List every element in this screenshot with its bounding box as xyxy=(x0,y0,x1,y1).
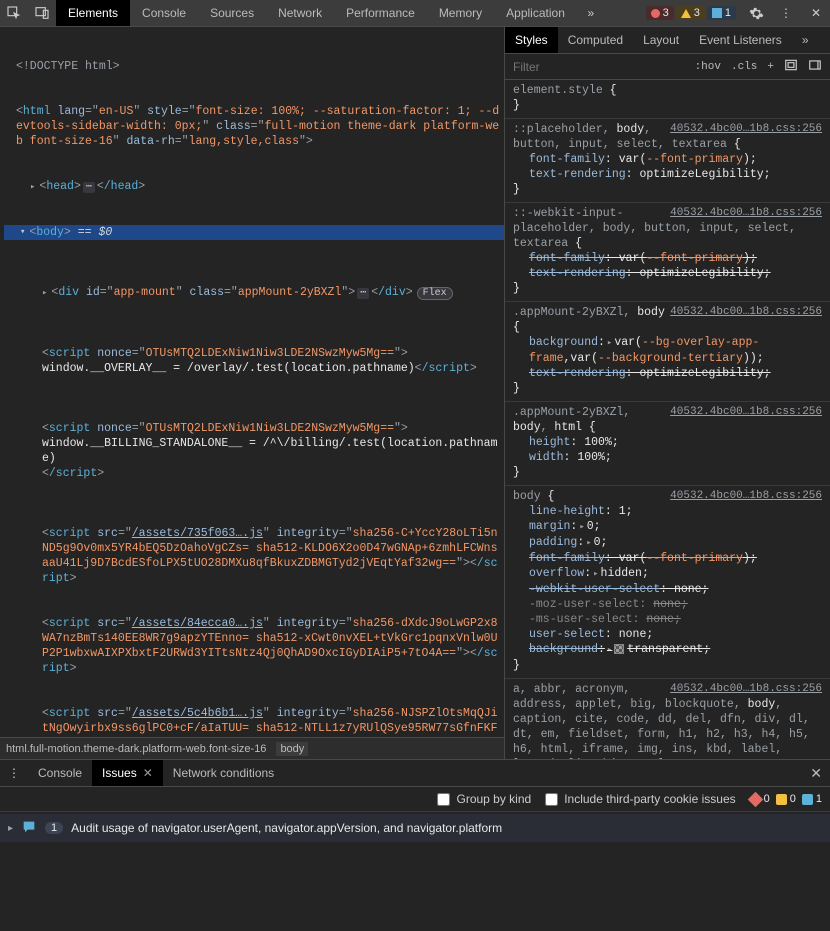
drawer-panel: ⋮ Console Issues✕ Network conditions ✕ G… xyxy=(0,759,830,931)
styles-filter-row: :hov .cls + xyxy=(505,54,830,80)
chevron-right-icon: ▸ xyxy=(8,823,13,834)
source-link[interactable]: 40532.4bc00…1b8.css:256 xyxy=(670,489,822,504)
expand-arrow-icon[interactable]: ▸ xyxy=(586,538,591,548)
elements-tree-panel: <!DOCTYPE html> <html lang="en-US" style… xyxy=(0,27,504,759)
styles-sidebar: Styles Computed Layout Event Listeners »… xyxy=(504,27,830,759)
issues-err-count[interactable]: 0 xyxy=(750,793,770,805)
script-asset-1[interactable]: <script src="/assets/735f063….js" integr… xyxy=(4,526,504,586)
source-link[interactable]: 40532.4bc00…1b8.css:256 xyxy=(670,405,822,420)
info-badge[interactable]: 1 xyxy=(707,6,736,20)
head-node[interactable]: <head>⋯</head> xyxy=(4,179,504,195)
dom-breadcrumb: html.full-motion.theme-dark.platform-web… xyxy=(0,737,504,759)
app-mount-node[interactable]: <div id="app-mount" class="appMount-2yBX… xyxy=(4,285,504,301)
tab-performance[interactable]: Performance xyxy=(334,0,427,26)
issue-title: Audit usage of navigator.userAgent, navi… xyxy=(71,821,502,835)
color-swatch-icon[interactable] xyxy=(614,644,624,654)
tab-memory[interactable]: Memory xyxy=(427,0,494,26)
third-party-cookie-checkbox[interactable]: Include third-party cookie issues xyxy=(545,792,735,806)
close-drawer-icon[interactable]: ✕ xyxy=(810,765,822,782)
rule-appmount-hw[interactable]: 40532.4bc00…1b8.css:256 .appMount-2yBXZl… xyxy=(505,402,830,486)
breadcrumb-html[interactable]: html.full-motion.theme-dark.platform-web… xyxy=(6,743,266,755)
rule-placeholder-body[interactable]: 40532.4bc00…1b8.css:256 ::placeholder, b… xyxy=(505,119,830,203)
issue-count-badge: 1 xyxy=(45,822,63,834)
warning-count: 3 xyxy=(694,7,700,19)
script-billing-node[interactable]: <script nonce="OTUsMTQ2LDExNiw1Niw3LDE2N… xyxy=(4,421,504,481)
breadcrumb-body[interactable]: body xyxy=(276,742,308,756)
octagon-red-icon xyxy=(747,791,763,807)
doctype-node[interactable]: <!DOCTYPE html> xyxy=(16,60,120,73)
rule-appmount-bg[interactable]: 40532.4bc00…1b8.css:256 .appMount-2yBXZl… xyxy=(505,302,830,402)
source-link[interactable]: 40532.4bc00…1b8.css:256 xyxy=(670,206,822,221)
styles-tab-computed[interactable]: Computed xyxy=(558,27,633,53)
error-dot-icon xyxy=(651,9,660,18)
info-square-icon xyxy=(712,8,722,18)
styles-tab-layout[interactable]: Layout xyxy=(633,27,689,53)
flex-badge[interactable]: Flex xyxy=(417,287,453,300)
square-blue-icon xyxy=(802,794,813,805)
info-count: 1 xyxy=(725,7,731,19)
issues-info-count[interactable]: 1 xyxy=(802,793,822,805)
main-tab-strip: Elements Console Sources Network Perform… xyxy=(0,0,830,27)
error-count: 3 xyxy=(663,7,669,19)
rule-body[interactable]: 40532.4bc00…1b8.css:256 body { line-heig… xyxy=(505,486,830,679)
script-overlay-node[interactable]: <script nonce="OTUsMTQ2LDExNiw1Niw3LDE2N… xyxy=(4,346,504,376)
cls-toggle[interactable]: .cls xyxy=(727,59,761,75)
drawer-tab-strip: ⋮ Console Issues✕ Network conditions ✕ xyxy=(0,760,830,787)
source-link[interactable]: 40532.4bc00…1b8.css:256 xyxy=(670,682,822,697)
expand-arrow-icon[interactable]: ▸ xyxy=(607,338,612,348)
drawer-tab-network-conditions[interactable]: Network conditions xyxy=(163,760,284,786)
collapsed-icon[interactable]: ⋯ xyxy=(357,288,369,299)
computed-toggle-icon[interactable] xyxy=(780,56,802,78)
dom-tree[interactable]: <!DOCTYPE html> <html lang="en-US" style… xyxy=(0,27,504,759)
source-link[interactable]: 40532.4bc00…1b8.css:256 xyxy=(670,122,822,137)
script-asset-2[interactable]: <script src="/assets/84ecca0….js" integr… xyxy=(4,616,504,676)
close-tab-icon[interactable]: ✕ xyxy=(143,766,153,780)
more-styles-tabs-icon[interactable]: » xyxy=(792,27,819,53)
styles-filter-input[interactable] xyxy=(505,60,691,74)
hov-toggle[interactable]: :hov xyxy=(691,59,725,75)
speech-bubble-icon xyxy=(21,819,37,838)
tab-network[interactable]: Network xyxy=(266,0,334,26)
settings-icon[interactable] xyxy=(742,0,770,26)
drawer-tab-console[interactable]: Console xyxy=(28,760,92,786)
rule-reset[interactable]: 40532.4bc00…1b8.css:256 a, abbr, acronym… xyxy=(505,679,830,759)
css-rules-list[interactable]: element.style {} 40532.4bc00…1b8.css:256… xyxy=(505,80,830,759)
rendering-icon[interactable] xyxy=(804,56,826,78)
issues-toolbar: Group by kind Include third-party cookie… xyxy=(0,787,830,812)
close-devtools-icon[interactable]: ✕ xyxy=(802,0,830,26)
new-style-rule-icon[interactable]: + xyxy=(763,59,778,75)
inspect-icon[interactable] xyxy=(0,0,28,26)
issue-counts: 0 0 1 xyxy=(750,793,822,805)
body-node-selected[interactable]: <body> == $0 xyxy=(4,225,504,240)
tab-sources[interactable]: Sources xyxy=(198,0,266,26)
tab-console[interactable]: Console xyxy=(130,0,198,26)
issue-row[interactable]: ▸ 1 Audit usage of navigator.userAgent, … xyxy=(0,814,830,842)
kebab-menu-icon[interactable]: ⋮ xyxy=(772,0,800,26)
warning-triangle-icon xyxy=(681,9,691,18)
collapsed-icon[interactable]: ⋯ xyxy=(83,182,95,193)
expand-arrow-icon[interactable]: ▸ xyxy=(593,569,598,579)
drawer-menu-icon[interactable]: ⋮ xyxy=(0,760,28,786)
html-node[interactable]: <html lang="en-US" style="font-size: 100… xyxy=(4,104,504,149)
expand-arrow-icon[interactable]: ▸ xyxy=(579,522,584,532)
issues-warn-count[interactable]: 0 xyxy=(776,793,796,805)
device-toggle-icon[interactable] xyxy=(28,0,56,26)
square-yellow-icon xyxy=(776,794,787,805)
rule-element-style[interactable]: element.style {} xyxy=(505,80,830,119)
group-by-kind-checkbox[interactable]: Group by kind xyxy=(437,792,531,806)
rule-webkit-placeholder[interactable]: 40532.4bc00…1b8.css:256 ::-webkit-input-… xyxy=(505,203,830,302)
source-link[interactable]: 40532.4bc00…1b8.css:256 xyxy=(670,305,822,320)
drawer-tab-issues[interactable]: Issues✕ xyxy=(92,760,163,786)
more-tabs-icon[interactable]: » xyxy=(577,0,605,26)
styles-tab-strip: Styles Computed Layout Event Listeners » xyxy=(505,27,830,54)
error-badge[interactable]: 3 xyxy=(646,6,674,20)
styles-tab-listeners[interactable]: Event Listeners xyxy=(689,27,792,53)
styles-tab-styles[interactable]: Styles xyxy=(505,27,558,53)
warning-badge[interactable]: 3 xyxy=(676,6,705,20)
tab-application[interactable]: Application xyxy=(494,0,577,26)
tab-elements[interactable]: Elements xyxy=(56,0,130,26)
